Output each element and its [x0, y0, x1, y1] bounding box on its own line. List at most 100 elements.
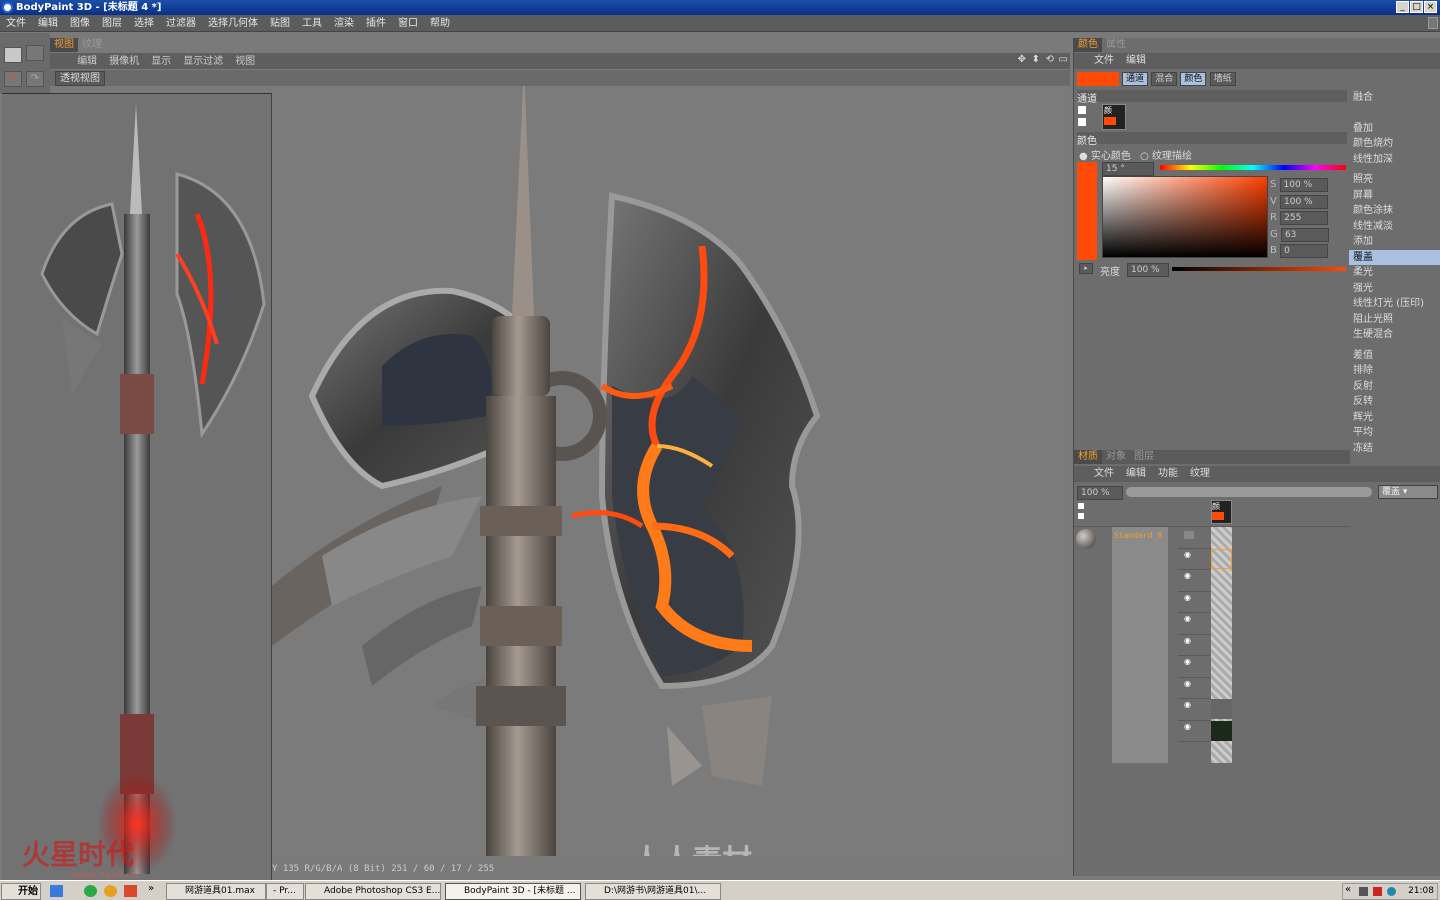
settings-icon[interactable] — [26, 45, 44, 61]
menu-render[interactable]: 渲染 — [328, 15, 360, 32]
menu-select-geometry[interactable]: 选择几何体 — [202, 15, 264, 32]
blend-item[interactable]: 线性减淡 — [1349, 219, 1440, 235]
layer-thumb-dark[interactable] — [1211, 721, 1232, 741]
menu-texture[interactable]: 贴图 — [264, 15, 296, 32]
layer-thumb-grey[interactable] — [1211, 699, 1232, 719]
channel-color-icon[interactable]: 颜 — [1102, 104, 1126, 130]
task-pr[interactable]: - Pr... — [266, 883, 304, 900]
tab-attributes[interactable]: 属性 — [1102, 38, 1130, 52]
tab-view[interactable]: 视图 — [50, 38, 78, 52]
layer-row[interactable]: ◉ — [1178, 613, 1214, 635]
mat-menu-edit[interactable]: 编辑 — [1126, 468, 1146, 479]
task-max-file[interactable]: 网游道具01.max — [166, 883, 266, 900]
subtab-color[interactable]: 颜色 — [1180, 72, 1207, 86]
blend-item[interactable]: 颜色烧灼 — [1349, 136, 1440, 152]
brightness-field[interactable]: 100 % — [1127, 263, 1169, 277]
tray-network-icon[interactable] — [1373, 887, 1382, 896]
blend-item[interactable]: 排除 — [1349, 363, 1440, 379]
mat-channel-icon[interactable]: 颜 — [1211, 500, 1232, 524]
b-field[interactable]: 0 — [1280, 244, 1329, 258]
subtab-wallpaper[interactable]: 墙纸 — [1209, 72, 1236, 86]
layer-row[interactable]: ◉ — [1178, 721, 1214, 742]
blend-item[interactable]: 线性加深 — [1349, 152, 1440, 168]
move-icon[interactable]: ✥ — [1018, 54, 1026, 65]
layer-opacity-slider[interactable] — [1126, 487, 1372, 497]
radio-solid-color[interactable]: ● — [1079, 151, 1091, 162]
tray-volume-icon[interactable] — [1359, 887, 1368, 896]
mat-menu-function[interactable]: 功能 — [1158, 468, 1178, 479]
vp-menu-camera[interactable]: 摄像机 — [103, 53, 145, 70]
menu-help[interactable]: 帮助 — [424, 15, 456, 32]
color-menu-edit[interactable]: 编辑 — [1126, 55, 1146, 66]
blend-item[interactable]: 平均 — [1349, 425, 1440, 441]
blend-item[interactable]: 屏幕 — [1349, 188, 1440, 204]
color-menu-file[interactable]: 文件 — [1094, 55, 1114, 66]
mat-menu-file[interactable]: 文件 — [1094, 468, 1114, 479]
undo-icon[interactable]: ↶ — [4, 71, 22, 87]
layout-icon[interactable] — [4, 47, 22, 63]
menu-window[interactable]: 窗口 — [392, 15, 424, 32]
task-photoshop[interactable]: Adobe Photoshop CS3 E... — [305, 883, 441, 900]
tray-expand-icon[interactable]: « — [1345, 884, 1351, 895]
layer-row[interactable]: ◉ — [1178, 570, 1214, 592]
g-field[interactable]: 63 — [1280, 227, 1329, 242]
blend-item[interactable]: 叠加 — [1349, 121, 1440, 137]
mat-menu-texture[interactable]: 纹理 — [1190, 468, 1210, 479]
menu-layer[interactable]: 图层 — [96, 15, 128, 32]
layer-blend-dropdown[interactable]: 覆盖 ▾ — [1378, 485, 1438, 499]
close-button[interactable]: × — [1424, 1, 1437, 13]
vp-menu-edit[interactable]: 编辑 — [71, 53, 103, 70]
blend-item[interactable]: 差值 — [1349, 348, 1440, 364]
tab-color[interactable]: 颜色 — [1074, 38, 1102, 52]
v-field[interactable]: 100 % — [1280, 194, 1329, 209]
blend-item[interactable]: 强光 — [1349, 281, 1440, 297]
subtab-channel[interactable]: 通道 — [1122, 72, 1149, 86]
blend-item[interactable]: 柔光 — [1349, 265, 1440, 281]
material-name[interactable]: Standard_8 — [1114, 531, 1162, 540]
menu-tools[interactable]: 工具 — [296, 15, 328, 32]
quicklaunch-ie-icon[interactable] — [84, 885, 97, 897]
blend-item[interactable]: 反射 — [1349, 379, 1440, 395]
layer-row[interactable]: ◉ — [1178, 635, 1214, 656]
layer-row[interactable]: ◉ — [1178, 678, 1214, 699]
blend-item[interactable]: 颜色涂抹 — [1349, 203, 1440, 219]
maximize-view-icon[interactable]: ▭ — [1059, 54, 1068, 65]
3d-viewport[interactable]: 人人素材 — [272, 86, 1070, 856]
task-bodypaint[interactable]: BodyPaint 3D - [未标题 ... — [445, 883, 581, 900]
minimize-button[interactable]: _ — [1396, 1, 1409, 13]
blend-item[interactable]: 冻结 — [1349, 441, 1440, 457]
layer-row[interactable]: ◉ — [1178, 549, 1214, 570]
menu-file[interactable]: 文件 — [0, 15, 32, 32]
brightness-toggle-icon[interactable]: ▸ — [1079, 263, 1093, 274]
blend-item[interactable]: 反转 — [1349, 394, 1440, 410]
menu-plugins[interactable]: 插件 — [360, 15, 392, 32]
tab-texture[interactable]: 纹理 — [78, 38, 106, 52]
quicklaunch-desktop-icon[interactable] — [50, 885, 63, 897]
material-sphere-icon[interactable] — [1076, 529, 1096, 549]
tray-app-icon[interactable] — [1387, 887, 1396, 896]
vp-menu-display[interactable]: 显示 — [145, 53, 177, 70]
menu-close-icon[interactable] — [1428, 17, 1438, 29]
vp-menu-view[interactable]: 视图 — [229, 53, 261, 70]
current-color-swatch[interactable] — [1077, 72, 1119, 86]
brightness-slider[interactable] — [1172, 267, 1346, 271]
blend-item[interactable]: 阻止光照 — [1349, 312, 1440, 328]
task-explorer[interactable]: D:\网游书\网游道具01\... — [585, 883, 721, 900]
texture-preview-panel[interactable]: 火星时代 www.hxsd.cn — [2, 93, 272, 880]
blend-item[interactable]: 添加 — [1349, 234, 1440, 250]
layer-row[interactable]: ◉ — [1178, 656, 1214, 678]
layer-row[interactable] — [1178, 527, 1214, 549]
s-field[interactable]: 100 % — [1279, 178, 1328, 192]
quicklaunch-app-icon[interactable] — [124, 885, 137, 897]
zoom-icon[interactable]: ⬍ — [1032, 54, 1040, 65]
blend-item[interactable]: 线性灯光 (压印) — [1349, 296, 1440, 312]
layer-opacity-field[interactable]: 100 % — [1077, 486, 1123, 500]
blend-item-selected[interactable]: 覆盖 — [1349, 249, 1440, 265]
menu-select[interactable]: 选择 — [128, 15, 160, 32]
tab-layers[interactable]: 图层 — [1130, 450, 1158, 464]
quicklaunch-expand-icon[interactable]: » — [148, 883, 154, 894]
radio-texture-paint[interactable]: ○ — [1140, 151, 1152, 162]
blend-item[interactable]: 辉光 — [1349, 410, 1440, 426]
blend-item[interactable]: 照亮 — [1349, 172, 1440, 188]
redo-icon[interactable]: ↷ — [26, 71, 44, 87]
